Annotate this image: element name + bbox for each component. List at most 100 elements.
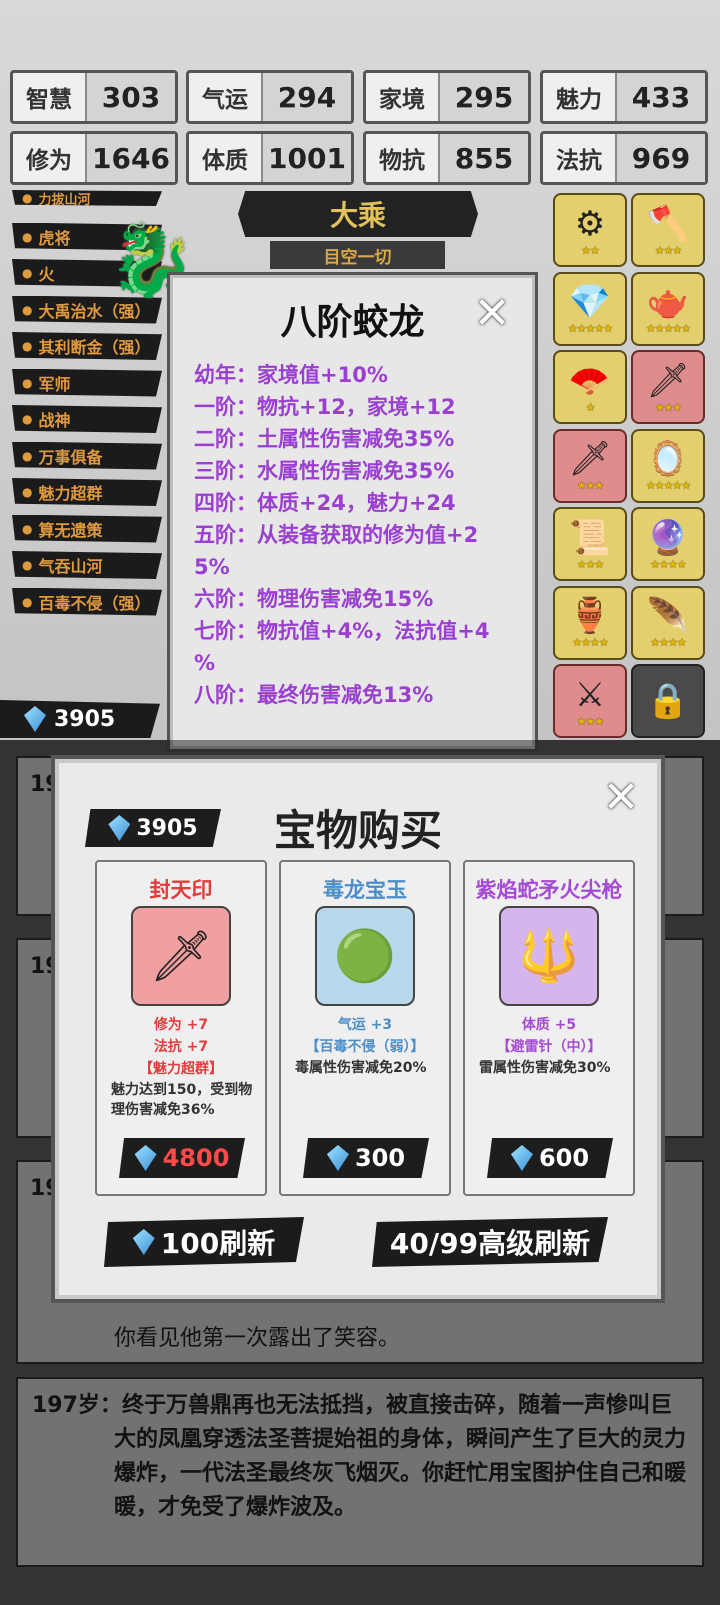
star-rating: ★	[585, 400, 596, 414]
item-stat: 气运 +3	[337, 1017, 393, 1033]
gem-icon	[326, 1145, 349, 1171]
dragon-info-panel: 八阶蛟龙 ✕ 幼年：家境值+10% 一阶：物抗+12，家境+12 二阶：土属性伤害减…	[167, 272, 538, 752]
realm-title: 大乘	[238, 191, 478, 237]
stat-box: 体质 1001	[186, 131, 354, 185]
dragon-tier-line: 八阶：最终伤害减免13%	[194, 683, 434, 707]
item-skill: 【避雷针（中）】	[496, 1039, 602, 1055]
stat-value: 1646	[87, 134, 175, 182]
stat-value: 303	[87, 73, 175, 121]
lock-icon: 🔒	[646, 681, 690, 721]
equipment-icon: 📜	[568, 517, 612, 558]
ability-item[interactable]: ● 力拔山河	[12, 190, 162, 206]
equipment-slot[interactable]: ⚙ ★★	[553, 193, 627, 267]
bullet-icon: ●	[22, 521, 33, 536]
dragon-tier-line: 幼年：家境值+10%	[194, 363, 388, 387]
equipment-slot[interactable]: 💎 ★★★★★	[553, 271, 627, 346]
ability-item[interactable]: ● 万事俱备	[12, 441, 162, 470]
stat-label: 家境	[366, 73, 440, 121]
stat-label: 修为	[13, 134, 87, 182]
ability-item[interactable]: ● 其利断金（强）	[12, 332, 162, 360]
item-stat: 修为 +7	[153, 1017, 209, 1033]
bullet-icon: ●	[22, 339, 33, 353]
stat-box: 智慧 303	[10, 70, 178, 124]
stat-value: 969	[617, 134, 705, 182]
star-rating: ★★★	[654, 243, 683, 257]
equipment-icon: 🪞	[646, 439, 690, 479]
item-name: 毒龙宝玉	[323, 878, 407, 902]
equipment-slot[interactable]: 🪓 ★★★	[631, 193, 705, 267]
equipment-slot[interactable]: 🫖 ★★★★★	[631, 271, 705, 346]
star-rating: ★★★★	[650, 636, 686, 649]
ability-label: 战神	[38, 411, 71, 430]
dragon-tier-line: 四阶：体质+24，魅力+24	[194, 491, 456, 515]
buy-button[interactable]: 300	[303, 1138, 429, 1178]
shop-item-card[interactable]: 紫焰蛇矛火尖枪 🔱 体质 +5 【避雷针（中）】 雷属性伤害减免30% 600	[463, 860, 635, 1196]
equipment-slot[interactable]: ⚔ ★★★	[553, 664, 627, 738]
equipment-slot[interactable]: 🪶 ★★★★	[631, 585, 705, 660]
advanced-refresh-label: 40/99高级刷新	[389, 1227, 591, 1260]
stat-label: 气运	[189, 73, 263, 121]
stat-label: 体质	[189, 134, 263, 182]
ability-label: 算无遗策	[38, 520, 103, 540]
ability-item[interactable]: ● 百毒不侵（强）	[12, 587, 162, 616]
item-description: 雷属性伤害减免30%	[479, 1060, 611, 1076]
stat-label: 物抗	[366, 134, 440, 182]
buy-button[interactable]: 4800	[119, 1138, 245, 1178]
ability-item[interactable]: ● 魅力超群	[12, 478, 162, 506]
item-skill: 【魅力超群】	[139, 1061, 223, 1077]
equipment-icon: 🪶	[646, 596, 690, 636]
equipment-slot[interactable]: 🗡 ★★★	[631, 350, 705, 424]
refresh-button[interactable]: 100刷新	[104, 1217, 304, 1267]
equipment-slot[interactable]: 🗡 ★★★	[553, 428, 627, 503]
equipment-slot[interactable]: 🔮 ★★★★	[631, 507, 705, 581]
close-icon[interactable]: ✕	[599, 772, 643, 823]
advanced-refresh-button[interactable]: 40/99高级刷新	[372, 1217, 608, 1267]
shop-item-card[interactable]: 封天印 🗡 修为 +7 法抗 +7 【魅力超群】 魅力达到150，受到物理伤害减免36% 4…	[95, 860, 267, 1196]
star-rating: ★★★★	[650, 557, 686, 571]
equipment-slot[interactable]: 🪞 ★★★★★	[631, 428, 705, 503]
stat-value: 294	[263, 73, 351, 121]
star-rating: ★★★	[576, 714, 605, 728]
gem-icon	[134, 1145, 157, 1171]
stat-box: 魅力 433	[540, 70, 708, 124]
bullet-icon: ●	[22, 229, 33, 244]
refresh-label: 100刷新	[160, 1227, 276, 1260]
stat-box: 气运 294	[186, 70, 354, 124]
equipment-icon: 🪭	[568, 360, 612, 401]
item-stat: 法抗 +7	[153, 1039, 209, 1055]
shop-item-card[interactable]: 毒龙宝玉 🟢 气运 +3 【百毒不侵（弱）】 毒属性伤害减免20% 300	[279, 860, 451, 1196]
equipment-slot[interactable]: 🪭 ★	[553, 350, 627, 424]
equipment-slot[interactable]: 🏺 ★★★★	[553, 585, 627, 660]
bullet-icon: ●	[22, 302, 33, 317]
star-rating: ★★★★	[572, 636, 608, 649]
bullet-icon: ●	[22, 485, 33, 499]
item-image-icon: 🗡	[131, 906, 231, 1006]
equipment-icon: 🫖	[646, 282, 690, 322]
equipment-slot[interactable]: 📜 ★★★	[553, 507, 627, 581]
ability-item[interactable]: ● 军师	[12, 368, 162, 397]
dragon-tier-line: 5%	[194, 555, 230, 579]
buy-button[interactable]: 600	[487, 1138, 613, 1178]
gem-count-shop: 3905	[136, 815, 198, 841]
star-rating: ★★★★★	[567, 322, 613, 335]
star-rating: ★★★	[654, 400, 683, 414]
equipment-icon: 🪓	[646, 203, 690, 244]
equipment-icon: 🔮	[646, 517, 690, 558]
close-icon[interactable]: ✕	[470, 288, 514, 339]
stat-value: 1001	[263, 134, 351, 182]
realm-subtitle: 目空一切	[270, 241, 445, 269]
item-image-icon: 🔱	[499, 906, 599, 1006]
item-price: 4800	[162, 1144, 230, 1172]
gem-icon	[510, 1145, 533, 1171]
locked-slot[interactable]: 🔒	[631, 664, 705, 738]
ability-item[interactable]: ● 气吞山河	[12, 551, 162, 579]
ability-item[interactable]: ● 算无遗策	[12, 514, 162, 543]
item-skill: 【百毒不侵（弱）】	[305, 1039, 425, 1055]
ability-label: 军师	[38, 374, 71, 394]
ability-item[interactable]: ● 战神	[12, 405, 162, 433]
gem-counter-top: 3905	[0, 700, 160, 738]
item-description: 毒属性伤害减免20%	[295, 1060, 427, 1076]
item-description: 魅力达到150，受到物理伤害减免36%	[111, 1082, 253, 1118]
bullet-icon: ●	[22, 448, 33, 463]
stat-box: 法抗 969	[540, 131, 708, 185]
